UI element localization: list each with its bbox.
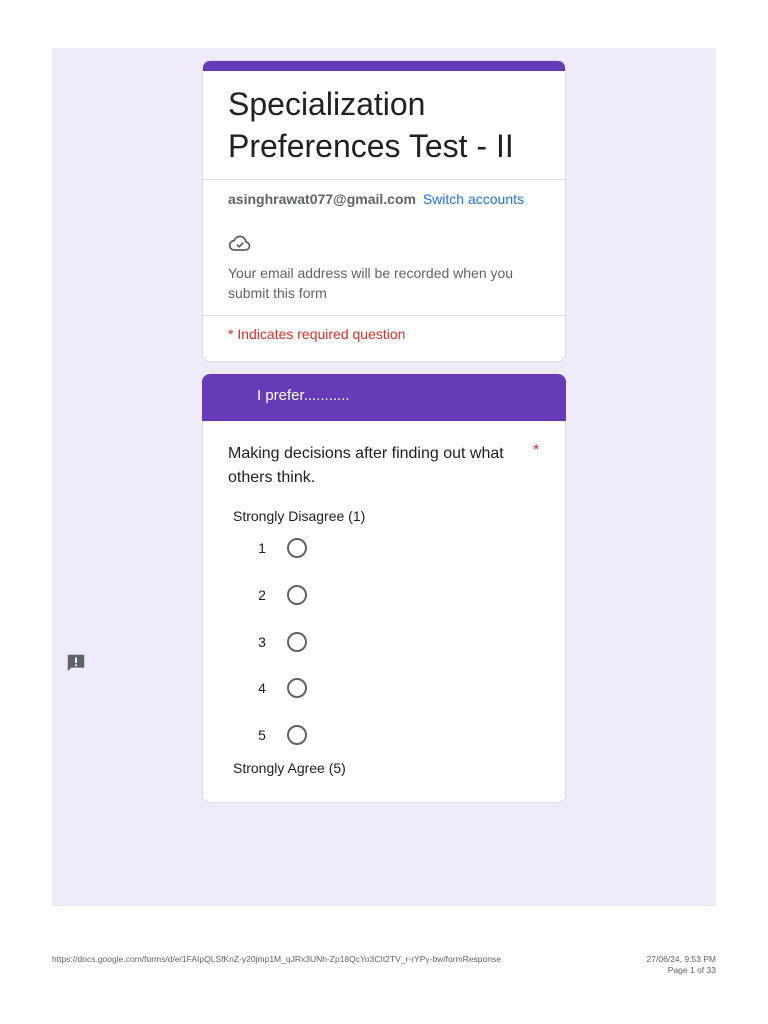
question-text: Making decisions after finding out what … xyxy=(228,445,504,486)
option-label: 3 xyxy=(258,634,266,650)
section-title: I prefer........... xyxy=(257,387,350,404)
form-header-card: Specialization Preferences Test - II asi… xyxy=(202,60,566,362)
radio-button[interactable] xyxy=(287,538,307,558)
radio-button[interactable] xyxy=(287,678,307,698)
footer-url: https://docs.google.com/forms/d/e/1FAIpQ… xyxy=(52,954,501,964)
accent-bar xyxy=(203,61,565,71)
scale-option[interactable]: 2 xyxy=(253,583,307,607)
cloud-check-icon xyxy=(228,235,251,251)
divider xyxy=(203,315,565,316)
option-label: 1 xyxy=(258,540,266,556)
radio-button[interactable] xyxy=(287,725,307,745)
option-label: 5 xyxy=(258,727,266,743)
account-line: asinghrawat077@gmail.com Switch accounts xyxy=(228,191,524,207)
switch-accounts-link[interactable]: Switch accounts xyxy=(423,191,524,207)
account-email: asinghrawat077@gmail.com xyxy=(228,191,416,207)
feedback-icon[interactable] xyxy=(65,652,87,674)
divider xyxy=(203,179,565,180)
option-label: 4 xyxy=(258,680,266,696)
scale-low-label: Strongly Disagree (1) xyxy=(233,508,366,524)
scale-option[interactable]: 3 xyxy=(253,630,307,654)
radio-button[interactable] xyxy=(287,632,307,652)
section-header: I prefer........... xyxy=(202,374,566,421)
email-note: Your email address will be recorded when… xyxy=(228,265,514,301)
footer-datetime: 27/06/24, 9:53 PM xyxy=(646,954,716,964)
scale-option[interactable]: 4 xyxy=(253,676,307,700)
form-title: Specialization Preferences Test - II xyxy=(228,86,514,164)
option-label: 2 xyxy=(258,587,266,603)
radio-button[interactable] xyxy=(287,585,307,605)
footer-page-number: Page 1 of 33 xyxy=(667,965,716,975)
scale-option[interactable]: 5 xyxy=(253,723,307,747)
scale-option[interactable]: 1 xyxy=(253,536,307,560)
question-card: Making decisions after finding out what … xyxy=(202,421,566,803)
required-note: * Indicates required question xyxy=(228,326,406,342)
footer-meta: 27/06/24, 9:53 PM Page 1 of 33 xyxy=(647,954,716,976)
required-star: * xyxy=(533,442,540,459)
scale-high-label: Strongly Agree (5) xyxy=(233,760,346,776)
